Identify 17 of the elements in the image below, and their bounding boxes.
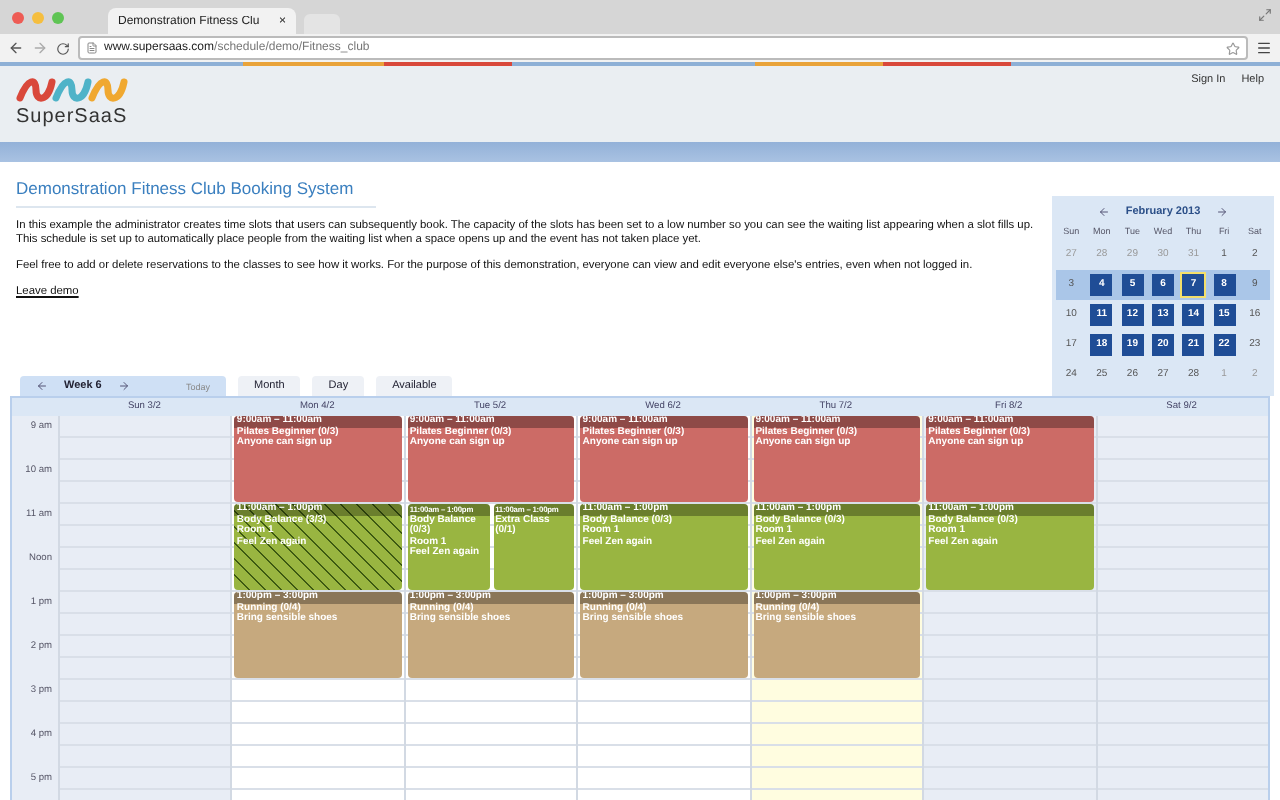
fullscreen-icon[interactable] — [1258, 8, 1272, 22]
close-window-icon[interactable] — [12, 11, 24, 23]
logo-text: SuperSaaS — [16, 106, 128, 128]
back-icon[interactable] — [8, 40, 24, 56]
previous-week-icon[interactable] — [36, 380, 48, 392]
header-corner — [12, 398, 58, 416]
page-icon — [86, 42, 98, 54]
next-week-icon[interactable] — [117, 380, 130, 392]
bookmark-star-icon[interactable] — [1226, 41, 1240, 55]
zoom-window-icon[interactable] — [52, 11, 64, 23]
reload-icon[interactable] — [56, 41, 70, 55]
forward-icon[interactable] — [32, 40, 48, 56]
page-title: Demonstration Fitness Club Booking System — [16, 178, 376, 208]
previous-month-icon[interactable] — [1097, 206, 1110, 218]
next-month-icon[interactable] — [1216, 206, 1229, 218]
logo-icon — [16, 74, 128, 106]
menu-icon[interactable] — [1256, 40, 1272, 56]
